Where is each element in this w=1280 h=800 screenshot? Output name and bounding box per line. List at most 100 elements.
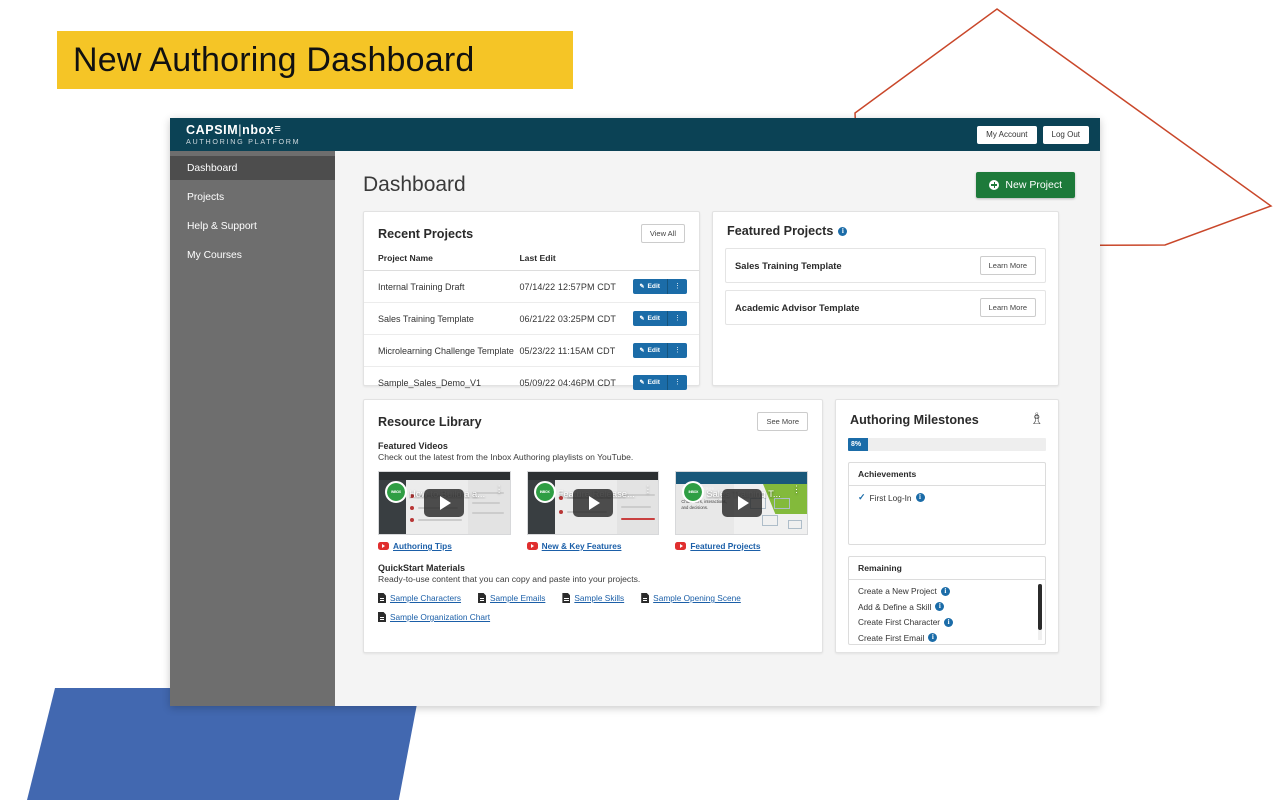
video-thumbnail-list: INBOX How to Build a a... ⋮ [378, 471, 809, 535]
view-all-button[interactable]: View All [640, 224, 685, 243]
row-overflow-menu-icon[interactable]: ⋮ [667, 375, 687, 390]
brand-name: CAPSIM|nbox≡ [186, 123, 281, 138]
info-icon[interactable]: i [935, 602, 945, 611]
sidebar-item-projects[interactable]: Projects [170, 185, 335, 209]
info-icon[interactable]: i [944, 617, 954, 627]
quickstart-link-label[interactable]: Sample Opening Scene [653, 593, 741, 603]
featured-project-name: Sales Training Template [735, 260, 842, 271]
quickstart-link-label[interactable]: Sample Skills [574, 593, 624, 603]
video-thumbnail[interactable]: INBOX Feature Release... ⋮ [526, 471, 660, 535]
featured-project-row[interactable]: Sales Training Template Learn More [725, 248, 1046, 283]
cards-row-top: Recent Projects View All Project Name La… [335, 211, 1100, 390]
milestones-title: Authoring Milestones [850, 413, 979, 427]
quickstart-link-label[interactable]: Sample Organization Chart [390, 612, 490, 622]
video-overflow-menu-icon[interactable]: ⋮ [495, 485, 504, 494]
edit-button[interactable]: ✎ Edit [632, 311, 667, 326]
my-account-button[interactable]: My Account [977, 125, 1037, 144]
row-action-group: ✎ Edit ⋮ [632, 279, 687, 294]
play-button-icon[interactable] [424, 489, 465, 517]
resource-library-body: Featured Videos Check out the latest fro… [364, 441, 822, 622]
quickstart-link-label[interactable]: Sample Characters [390, 593, 461, 603]
table-row[interactable]: Internal Training Draft 07/14/22 12:57PM… [364, 270, 699, 303]
video-thumbnail[interactable]: INBOX How to Build a a... ⋮ [378, 471, 511, 535]
cell-project-name: Microlearning Challenge Template [364, 334, 520, 367]
video-overflow-menu-icon[interactable]: ⋮ [643, 485, 652, 494]
edit-button-label: Edit [647, 379, 660, 386]
video-link[interactable]: Authoring Tips [393, 541, 452, 551]
play-button-icon[interactable] [721, 489, 762, 517]
channel-logo-text: INBOX [539, 490, 550, 494]
row-overflow-menu-icon[interactable]: ⋮ [667, 311, 687, 326]
youtube-icon [526, 542, 538, 550]
row-action-group: ✎ Edit ⋮ [632, 375, 687, 390]
info-icon[interactable]: i [838, 226, 848, 236]
edit-button-label: Edit [647, 315, 660, 322]
learn-more-button[interactable]: Learn More [979, 298, 1036, 317]
main-content: Dashboard New Project Recent Projects Vi… [335, 151, 1100, 706]
edit-button-label: Edit [647, 283, 660, 290]
table-row[interactable]: Microlearning Challenge Template 05/23/2… [364, 334, 699, 367]
log-out-button[interactable]: Log Out [1042, 125, 1089, 144]
app-header: CAPSIM|nbox≡ AUTHORING PLATFORM My Accou… [170, 118, 1100, 151]
progress-percent-label: 8% [851, 441, 862, 448]
remaining-list[interactable]: Create a New Project i Add & Define a Sk… [849, 580, 1045, 644]
table-row[interactable]: Sample_Sales_Demo_V1 05/09/22 04:46PM CD… [364, 367, 699, 399]
cell-project-name: Internal Training Draft [364, 270, 520, 303]
info-icon[interactable]: i [915, 493, 925, 502]
info-icon[interactable]: i [928, 633, 938, 642]
recent-projects-table: Project Name Last Edit Internal Training… [364, 253, 699, 398]
achievement-label: First Log-In [869, 492, 912, 503]
sidebar-item-help-support[interactable]: Help & Support [170, 214, 335, 238]
scrollbar-thumb[interactable] [1038, 584, 1042, 630]
quickstart-link-item[interactable]: Sample Skills [562, 593, 624, 603]
column-header-project-name: Project Name [364, 253, 520, 271]
play-button-icon[interactable] [573, 489, 613, 517]
channel-logo-inner: INBOX [387, 483, 405, 501]
video-thumbnail[interactable]: Inbox Structure Characters, interactions… [675, 471, 809, 535]
new-project-button-label: New Project [1005, 179, 1062, 191]
video-links: Authoring Tips New & Key Features Featur… [378, 541, 808, 551]
new-project-button[interactable]: New Project [976, 172, 1075, 198]
quickstart-link-item[interactable]: Sample Emails [478, 593, 545, 603]
cell-project-name: Sales Training Template [364, 302, 520, 335]
slide-title-text: New Authoring Dashboard [73, 40, 475, 79]
info-icon[interactable]: i [940, 586, 950, 596]
pencil-icon: ✎ [639, 380, 645, 386]
video-link[interactable]: New & Key Features [542, 541, 622, 551]
video-link-cell: New & Key Features [526, 541, 660, 551]
table-row[interactable]: Sales Training Template 06/21/22 03:25PM… [364, 302, 699, 335]
see-more-button[interactable]: See More [757, 412, 808, 431]
quickstart-link-label[interactable]: Sample Emails [490, 593, 545, 603]
quickstart-links-row-1: Sample Characters Sample Emails Sample S… [378, 593, 808, 603]
cell-actions: ✎ Edit ⋮ [632, 367, 700, 399]
channel-logo-inner: INBOX [535, 483, 554, 501]
featured-videos-subtitle: Check out the latest from the Inbox Auth… [378, 452, 634, 462]
featured-project-row[interactable]: Academic Advisor Template Learn More [725, 290, 1046, 325]
document-icon [641, 593, 650, 603]
learn-more-button[interactable]: Learn More [979, 256, 1036, 275]
document-icon [478, 593, 487, 603]
document-icon [378, 593, 386, 603]
row-overflow-menu-icon[interactable]: ⋮ [667, 279, 687, 294]
video-overflow-menu-icon[interactable]: ⋮ [792, 485, 801, 494]
sidebar-item-my-courses[interactable]: My Courses [170, 243, 335, 267]
edit-button-label: Edit [647, 347, 660, 354]
row-overflow-menu-icon[interactable]: ⋮ [667, 343, 687, 358]
remaining-panel: Remaining Create a New Project i Add & D… [848, 556, 1046, 645]
edit-button[interactable]: ✎ Edit [632, 343, 667, 358]
channel-logo-inner: INBOX [684, 483, 703, 501]
quickstart-link-item[interactable]: Sample Organization Chart [378, 612, 490, 622]
document-icon [562, 593, 571, 603]
row-action-group: ✎ Edit ⋮ [632, 311, 687, 326]
check-icon: ✓ [858, 492, 866, 502]
remaining-item: Add & Define a Skill i [858, 602, 1031, 612]
edit-button[interactable]: ✎ Edit [632, 375, 667, 390]
edit-button[interactable]: ✎ Edit [632, 279, 667, 294]
quickstart-link-item[interactable]: Sample Opening Scene [641, 593, 741, 603]
sidebar-item-dashboard[interactable]: Dashboard [170, 156, 335, 180]
video-link[interactable]: Featured Projects [690, 541, 760, 551]
quickstart-link-item[interactable]: Sample Characters [378, 593, 461, 603]
remaining-item: Create First Character i [858, 617, 1031, 627]
channel-logo-icon: INBOX [533, 481, 556, 503]
quickstart-subtitle: Ready-to-use content that you can copy a… [378, 574, 641, 584]
